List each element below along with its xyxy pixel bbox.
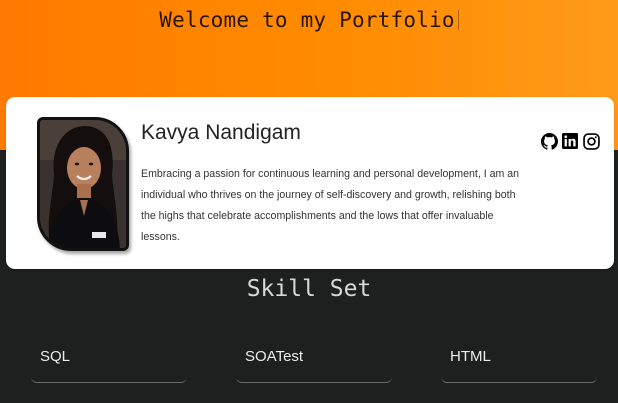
instagram-icon[interactable] <box>582 130 600 152</box>
skill-card-sql: SQL <box>31 336 187 383</box>
page-title-text: Welcome to my Portfolio <box>159 8 455 32</box>
linkedin-icon[interactable] <box>561 130 579 152</box>
skills-heading: Skill Set <box>246 276 372 302</box>
profile-bio: Embracing a passion for continuous learn… <box>141 168 520 243</box>
social-links <box>540 130 600 152</box>
profile-card: Kavya Nandigam Embracing a passion for c… <box>6 97 614 269</box>
typing-caret <box>457 10 459 30</box>
page-title: Welcome to my Portfolio <box>0 8 618 32</box>
skill-card-html: HTML <box>441 336 597 383</box>
skill-label: HTML <box>450 348 491 365</box>
skill-card-soatest: SOATest <box>236 336 392 383</box>
profile-name: Kavya Nandigam <box>141 121 301 144</box>
skill-label: SQL <box>40 348 71 365</box>
profile-photo <box>37 117 129 251</box>
github-icon[interactable] <box>540 130 558 152</box>
skill-label: SOATest <box>245 348 304 365</box>
